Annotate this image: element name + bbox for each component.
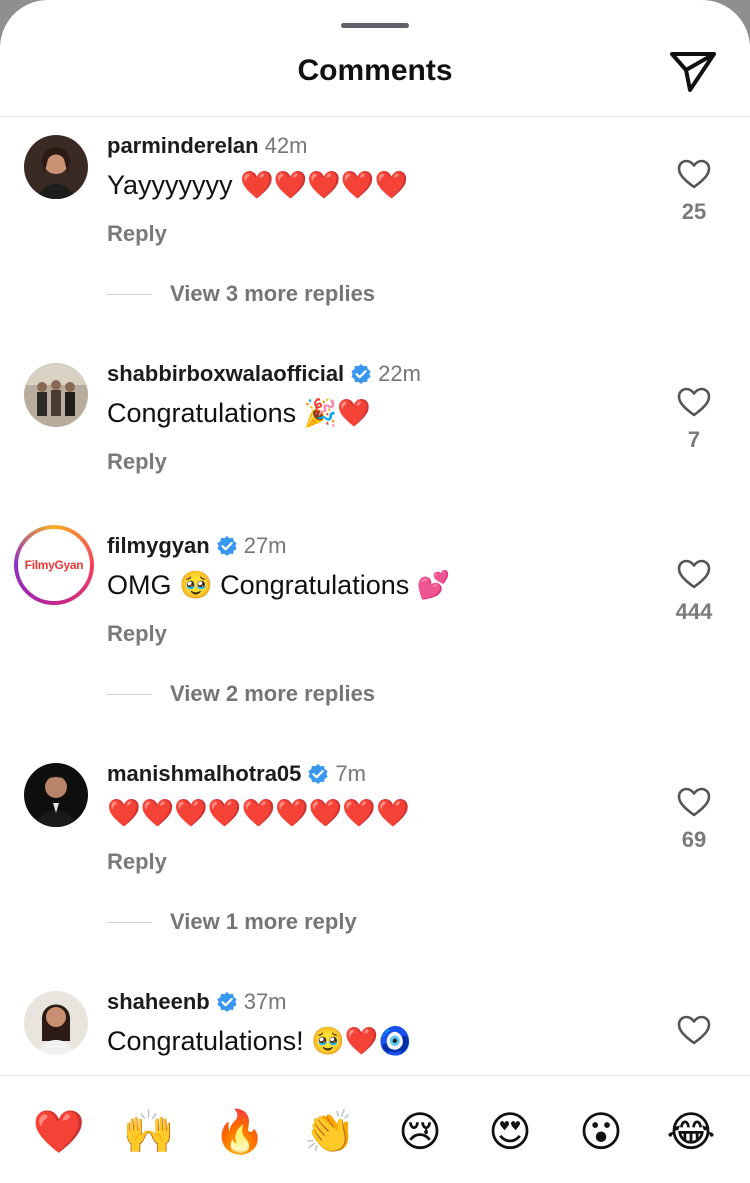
reply-button[interactable]: Reply [107,221,167,247]
comment-username[interactable]: parminderelan [107,133,259,159]
comment-item: shabbirboxwalaofficial 22m Congratulatio… [0,345,750,485]
comment-time: 42m [264,133,308,158]
like-button[interactable] [667,1015,721,1045]
avatar[interactable] [24,135,88,199]
page-title: Comments [297,54,453,87]
like-button[interactable]: 7 [667,387,721,453]
like-count: 7 [687,427,701,452]
reply-button[interactable]: Reply [107,449,167,475]
comment-time: 27m [243,533,287,558]
divider [107,293,152,295]
raised-hands-emoji-reaction[interactable]: 🙌 [121,1104,177,1160]
comment-text: Congratulations 🎉❤️ [107,398,371,428]
like-count: 444 [675,599,713,624]
comment-item: manishmalhotra05 7m ❤️❤️❤️❤️❤️❤️❤️❤️❤️ R… [0,745,750,885]
surprised-face-emoji-reaction[interactable]: 😮 [573,1104,629,1160]
comment-item: FilmyGyan filmygyan 27m OMG 🥹 Congratula… [0,517,750,657]
verified-badge-icon [308,764,329,784]
fire-emoji-reaction[interactable]: 🔥 [212,1104,268,1160]
comment-meta: parminderelan 42m [107,133,307,159]
comment-text: ❤️❤️❤️❤️❤️❤️❤️❤️❤️ [107,798,410,828]
avatar[interactable] [24,363,88,427]
comment-username[interactable]: manishmalhotra05 [107,761,301,787]
comment-username[interactable]: shaheenb [107,989,210,1015]
avatar[interactable] [24,763,88,827]
reply-button[interactable]: Reply [107,621,167,647]
comment-username[interactable]: shabbirboxwalaofficial [107,361,344,387]
comment-text: Yayyyyyyy ❤️❤️❤️❤️❤️ [107,170,409,200]
comment-meta: filmygyan 27m [107,533,287,559]
view-more-replies-label[interactable]: View 3 more replies [170,281,375,307]
view-more-replies[interactable]: View 1 more reply [107,907,357,937]
heart-emoji-reaction[interactable]: ❤️ [31,1104,87,1160]
comment-text: Congratulations! 🥹❤️🧿 [107,1026,412,1056]
verified-badge-icon [351,364,371,384]
heart-eyes-emoji-reaction[interactable]: 😍 [482,1104,538,1160]
avatar-logo-text-b: Gyan [54,558,84,572]
like-button[interactable]: 69 [667,787,721,853]
laughing-face-emoji-reaction[interactable]: 😂 [663,1104,719,1160]
avatar-logo-text-a: Filmy [24,558,55,572]
like-count: 25 [681,199,707,224]
comment-username[interactable]: filmygyan [107,533,210,559]
comment-meta: shaheenb 37m [107,989,287,1015]
paper-plane-icon[interactable] [668,48,718,94]
comments-header: Comments [0,0,750,117]
avatar[interactable] [24,991,88,1055]
quick-reaction-bar: ❤️ 🙌 🔥 👏 😢 😍 😮 😂 [0,1075,750,1183]
heart-outline-icon[interactable] [677,559,711,589]
comment-item: parminderelan 42m Yayyyyyyy ❤️❤️❤️❤️❤️ R… [0,117,750,257]
comment-meta: shabbirboxwalaofficial 22m [107,361,421,387]
comment-time: 22m [378,361,421,386]
reply-button[interactable]: Reply [107,849,167,875]
comments-sheet: Comments parminderelan 42m Yayyyyyyy ❤️❤… [0,0,750,1183]
comments-list: parminderelan 42m Yayyyyyyy ❤️❤️❤️❤️❤️ R… [0,117,750,1075]
comment-text: OMG 🥹 Congratulations 💕 [107,570,451,600]
view-more-replies[interactable]: View 3 more replies [107,279,375,309]
heart-outline-icon[interactable] [677,387,711,417]
divider [107,693,152,695]
heart-outline-icon[interactable] [677,1015,711,1045]
comment-item: shaheenb 37m Congratulations! 🥹❤️🧿 [0,973,750,1075]
crying-face-emoji-reaction[interactable]: 😢 [392,1104,448,1160]
verified-badge-icon [217,536,237,556]
avatar[interactable]: FilmyGyan [14,525,94,605]
view-more-replies[interactable]: View 2 more replies [107,679,375,709]
like-count: 69 [681,827,707,852]
heart-outline-icon[interactable] [677,159,711,189]
verified-badge-icon [217,992,237,1012]
divider [107,921,152,923]
view-more-replies-label[interactable]: View 2 more replies [170,681,375,707]
avatar-logo: FilmyGyan [18,529,90,601]
like-button[interactable]: 444 [667,559,721,625]
comment-time: 37m [243,989,287,1014]
heart-outline-icon[interactable] [677,787,711,817]
clapping-hands-emoji-reaction[interactable]: 👏 [302,1104,358,1160]
comment-time: 7m [335,761,366,786]
like-button[interactable]: 25 [667,159,721,225]
view-more-replies-label[interactable]: View 1 more reply [170,909,357,935]
comment-meta: manishmalhotra05 7m [107,761,366,787]
